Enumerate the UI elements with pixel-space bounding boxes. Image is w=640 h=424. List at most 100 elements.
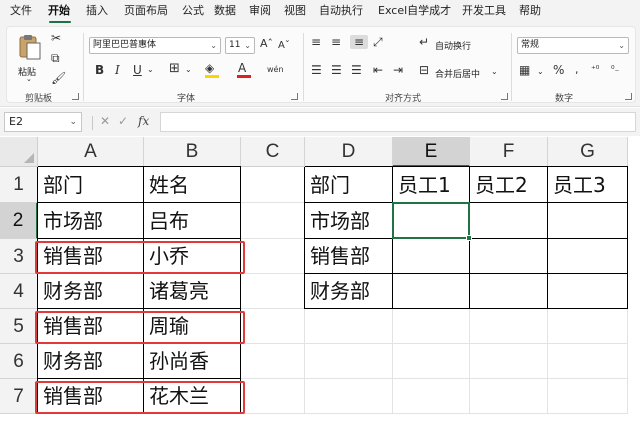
- cell-c5[interactable]: [241, 309, 305, 344]
- cell-c7[interactable]: [241, 379, 305, 414]
- row-header-7[interactable]: 7: [0, 379, 38, 414]
- align-top-icon[interactable]: ≡: [311, 35, 321, 49]
- formula-input[interactable]: [160, 112, 636, 132]
- cell-b2[interactable]: 吕布: [144, 203, 241, 239]
- cell-c4[interactable]: [241, 274, 305, 309]
- row-header-1[interactable]: 1: [0, 167, 38, 203]
- menu-excel-self-learn[interactable]: Excel自学成才: [378, 4, 451, 22]
- cell-f3[interactable]: [470, 239, 548, 274]
- merge-center-button[interactable]: 合并后居中: [435, 67, 480, 80]
- merge-center-icon[interactable]: ⊟: [419, 63, 429, 77]
- column-header-d[interactable]: D: [305, 137, 393, 167]
- enter-icon[interactable]: ✓: [118, 114, 128, 128]
- cell-f7[interactable]: [470, 379, 548, 414]
- cell-e2[interactable]: [393, 203, 470, 239]
- cell-c3[interactable]: [241, 239, 305, 274]
- chevron-down-icon[interactable]: ⌄: [147, 63, 154, 77]
- cell-b4[interactable]: 诸葛亮: [144, 274, 241, 309]
- cell-g4[interactable]: [548, 274, 628, 309]
- font-color-button[interactable]: A: [235, 61, 253, 79]
- menu-file[interactable]: 文件: [10, 4, 32, 22]
- cell-f2[interactable]: [470, 203, 548, 239]
- column-header-b[interactable]: B: [144, 137, 241, 167]
- cell-d4[interactable]: 财务部: [305, 274, 393, 309]
- text-orientation-icon[interactable]: ⤢: [373, 35, 383, 49]
- decrease-font-size-icon[interactable]: Aˇ: [278, 39, 290, 53]
- increase-font-size-icon[interactable]: Aˆ: [260, 37, 273, 51]
- accounting-format-icon[interactable]: ▦: [519, 63, 530, 77]
- align-bottom-icon[interactable]: ≡: [350, 35, 368, 49]
- cell-f6[interactable]: [470, 344, 548, 379]
- cell-d3[interactable]: 销售部: [305, 239, 393, 274]
- row-header-2[interactable]: 2: [0, 203, 38, 239]
- cell-a1[interactable]: 部门: [38, 167, 144, 203]
- cell-d5[interactable]: [305, 309, 393, 344]
- column-header-f[interactable]: F: [470, 137, 548, 167]
- menu-help[interactable]: 帮助: [519, 4, 541, 22]
- menu-data[interactable]: 数据: [214, 4, 236, 22]
- row-header-3[interactable]: 3: [0, 239, 38, 274]
- alignment-launcher-icon[interactable]: [501, 93, 508, 100]
- align-right-icon[interactable]: ☰: [351, 63, 362, 77]
- cancel-icon[interactable]: ✕: [100, 114, 110, 128]
- column-header-a[interactable]: A: [38, 137, 144, 167]
- cell-g7[interactable]: [548, 379, 628, 414]
- format-painter-icon[interactable]: 🖌: [51, 71, 66, 85]
- select-all-button[interactable]: [0, 137, 38, 167]
- cell-e5[interactable]: [393, 309, 470, 344]
- menu-home[interactable]: 开始: [48, 4, 70, 22]
- cell-e7[interactable]: [393, 379, 470, 414]
- cell-g5[interactable]: [548, 309, 628, 344]
- cell-a2[interactable]: 市场部: [38, 203, 144, 239]
- italic-icon[interactable]: I: [115, 63, 120, 77]
- font-name-select[interactable]: 阿里巴巴普惠体 ⌄: [89, 37, 221, 54]
- cell-g1[interactable]: 员工3: [548, 167, 628, 203]
- cell-a4[interactable]: 财务部: [38, 274, 144, 309]
- align-center-icon[interactable]: ☰: [331, 63, 342, 77]
- cell-c6[interactable]: [241, 344, 305, 379]
- cell-f5[interactable]: [470, 309, 548, 344]
- wrap-text-button[interactable]: 自动换行: [435, 39, 471, 52]
- number-launcher-icon[interactable]: [625, 93, 632, 100]
- cell-e1[interactable]: 员工1: [393, 167, 470, 203]
- fill-color-button[interactable]: ◈: [203, 61, 221, 79]
- increase-indent-icon[interactable]: ⇥: [393, 63, 403, 77]
- menu-developer[interactable]: 开发工具: [462, 4, 506, 22]
- column-header-c[interactable]: C: [241, 137, 305, 167]
- align-left-icon[interactable]: ☰: [311, 63, 322, 77]
- cut-icon[interactable]: ✂: [51, 31, 61, 45]
- row-header-5[interactable]: 5: [0, 309, 38, 344]
- font-launcher-icon[interactable]: [291, 93, 298, 100]
- cell-d1[interactable]: 部门: [305, 167, 393, 203]
- cell-f1[interactable]: 员工2: [470, 167, 548, 203]
- cell-f4[interactable]: [470, 274, 548, 309]
- menu-page-layout[interactable]: 页面布局: [124, 4, 168, 22]
- decrease-indent-icon[interactable]: ⇤: [373, 63, 383, 77]
- decrease-decimal-icon[interactable]: ⁰₋: [611, 63, 619, 77]
- cell-a7[interactable]: 销售部: [38, 379, 144, 414]
- cell-b1[interactable]: 姓名: [144, 167, 241, 203]
- clipboard-launcher-icon[interactable]: [72, 93, 79, 100]
- row-header-4[interactable]: 4: [0, 274, 38, 309]
- wrap-text-icon[interactable]: ↵: [419, 35, 429, 49]
- bold-icon[interactable]: B: [95, 63, 104, 77]
- cell-a5[interactable]: 销售部: [38, 309, 144, 344]
- insert-function-icon[interactable]: fx: [138, 114, 149, 128]
- row-header-6[interactable]: 6: [0, 344, 38, 379]
- cell-b3[interactable]: 小乔: [144, 239, 241, 274]
- cell-a3[interactable]: 销售部: [38, 239, 144, 274]
- cell-c2[interactable]: [241, 203, 305, 239]
- menu-review[interactable]: 审阅: [249, 4, 271, 22]
- cell-c1[interactable]: [241, 167, 305, 203]
- font-size-select[interactable]: 11 ⌄: [225, 37, 255, 54]
- cell-g6[interactable]: [548, 344, 628, 379]
- menu-automate[interactable]: 自动执行: [319, 4, 363, 22]
- increase-decimal-icon[interactable]: ⁺⁰: [591, 63, 599, 77]
- chevron-down-icon[interactable]: ⌄: [185, 63, 192, 77]
- comma-style-icon[interactable]: ,: [575, 63, 579, 77]
- cell-e3[interactable]: [393, 239, 470, 274]
- menu-view[interactable]: 视图: [284, 4, 306, 22]
- menu-insert[interactable]: 插入: [86, 4, 108, 22]
- name-box[interactable]: E2 ⌄: [4, 112, 82, 132]
- cell-b5[interactable]: 周瑜: [144, 309, 241, 344]
